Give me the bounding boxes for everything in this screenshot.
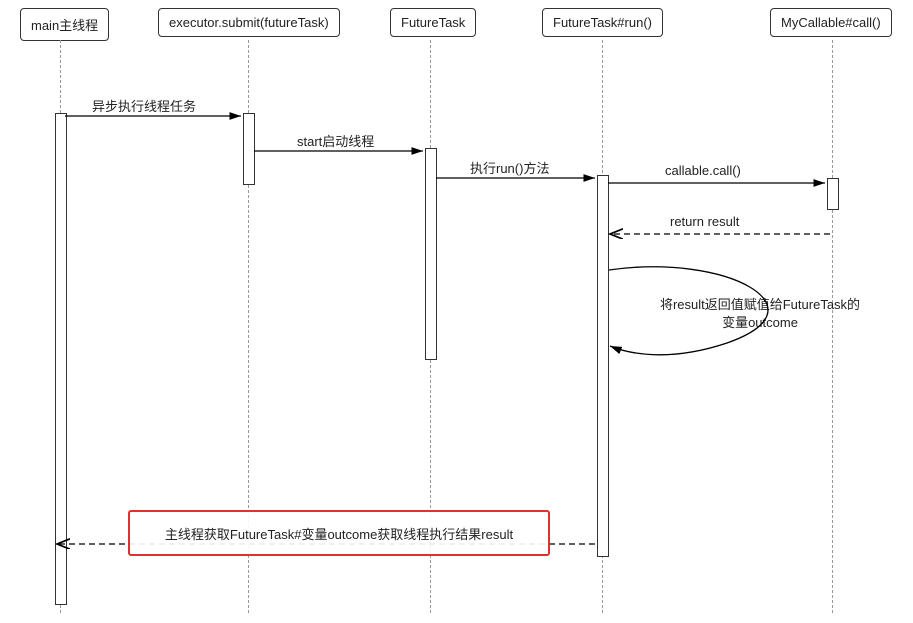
participant-futuretask-run: FutureTask#run(): [542, 8, 663, 37]
arrow-callable-call: [608, 180, 827, 190]
participant-executor-submit: executor.submit(futureTask): [158, 8, 340, 37]
arrow-return-result: [608, 231, 832, 241]
activation-mycallable: [827, 178, 839, 210]
highlighted-result-text: 主线程获取FutureTask#变量outcome获取线程执行结果result: [165, 524, 513, 543]
arrow-async-exec: [65, 113, 243, 123]
participant-main: main主线程: [20, 8, 109, 41]
activation-main: [55, 113, 67, 605]
msg-return-result: return result: [670, 214, 739, 229]
arrow-exec-run: [436, 175, 597, 185]
participant-futuretask: FutureTask: [390, 8, 476, 37]
msg-callable-call: callable.call(): [665, 163, 741, 178]
arrow-self-loop: [607, 268, 867, 363]
highlighted-result-label: 主线程获取FutureTask#变量outcome获取线程执行结果result: [128, 510, 550, 556]
arrow-start-thread: [254, 148, 425, 158]
participant-mycallable-call: MyCallable#call(): [770, 8, 892, 37]
